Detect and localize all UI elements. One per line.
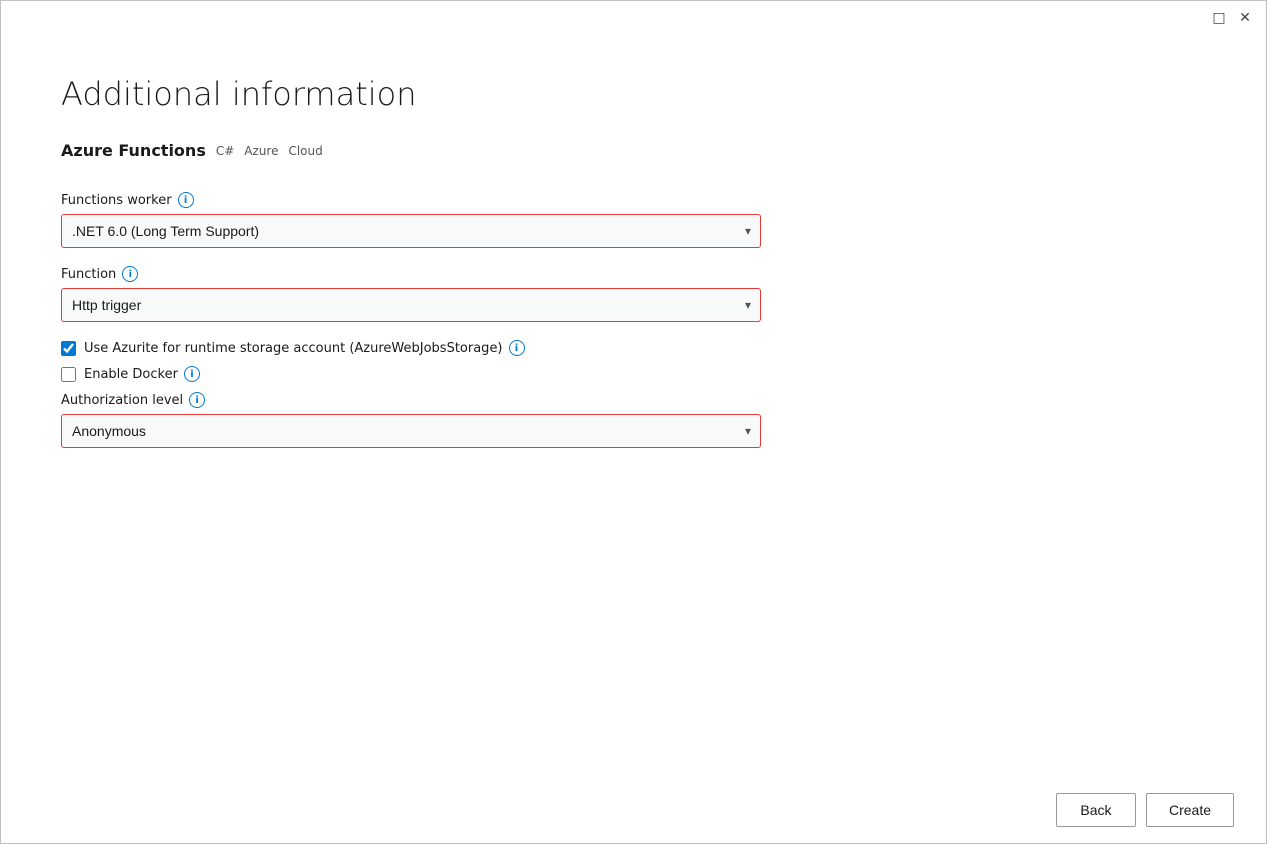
authorization-level-select-wrapper: AnonymousFunctionAdmin ▾ [61,414,761,448]
functions-worker-label-text: Functions worker [61,193,172,208]
tag-cloud: Cloud [288,144,322,158]
use-azurite-row: Use Azurite for runtime storage account … [61,340,761,356]
enable-docker-info-icon[interactable]: i [184,366,200,382]
function-info-icon[interactable]: i [122,266,138,282]
authorization-level-group: Authorization level i AnonymousFunctionA… [61,392,761,448]
function-label: Function i [61,266,761,282]
back-button[interactable]: Back [1056,793,1136,827]
close-icon: ✕ [1239,10,1251,26]
subtitle-row: Azure Functions C# Azure Cloud [61,141,1206,160]
authorization-level-label-text: Authorization level [61,393,183,408]
authorization-level-select[interactable]: AnonymousFunctionAdmin [61,414,761,448]
functions-worker-select-wrapper: .NET 6.0 (Long Term Support).NET 7.0.NET… [61,214,761,248]
enable-docker-checkbox[interactable] [61,367,76,382]
tag-azure: Azure [244,144,278,158]
function-group: Function i Http triggerTimer triggerBlob… [61,266,761,322]
functions-worker-select[interactable]: .NET 6.0 (Long Term Support).NET 7.0.NET… [61,214,761,248]
create-button[interactable]: Create [1146,793,1234,827]
subtitle-main: Azure Functions [61,141,206,160]
tag-csharp: C# [216,144,234,158]
titlebar: □ ✕ [1,1,1266,35]
use-azurite-checkbox[interactable] [61,341,76,356]
authorization-level-info-icon[interactable]: i [189,392,205,408]
enable-docker-label-text: Enable Docker [84,367,178,382]
use-azurite-label-text: Use Azurite for runtime storage account … [84,341,503,356]
close-button[interactable]: ✕ [1236,9,1254,27]
functions-worker-group: Functions worker i .NET 6.0 (Long Term S… [61,192,761,248]
function-select[interactable]: Http triggerTimer triggerBlob triggerQue… [61,288,761,322]
dialog-window: □ ✕ Additional information Azure Functio… [0,0,1267,844]
use-azurite-info-icon[interactable]: i [509,340,525,356]
maximize-button[interactable]: □ [1210,9,1228,27]
maximize-icon: □ [1212,10,1225,26]
functions-worker-label: Functions worker i [61,192,761,208]
function-select-wrapper: Http triggerTimer triggerBlob triggerQue… [61,288,761,322]
page-title: Additional information [61,75,1206,113]
enable-docker-label: Enable Docker i [84,366,200,382]
functions-worker-info-icon[interactable]: i [178,192,194,208]
form-section: Functions worker i .NET 6.0 (Long Term S… [61,192,761,466]
enable-docker-row: Enable Docker i [61,366,761,382]
function-label-text: Function [61,267,116,282]
main-content: Additional information Azure Functions C… [1,35,1266,777]
authorization-level-label: Authorization level i [61,392,761,408]
use-azurite-label: Use Azurite for runtime storage account … [84,340,525,356]
footer: Back Create [1,777,1266,843]
